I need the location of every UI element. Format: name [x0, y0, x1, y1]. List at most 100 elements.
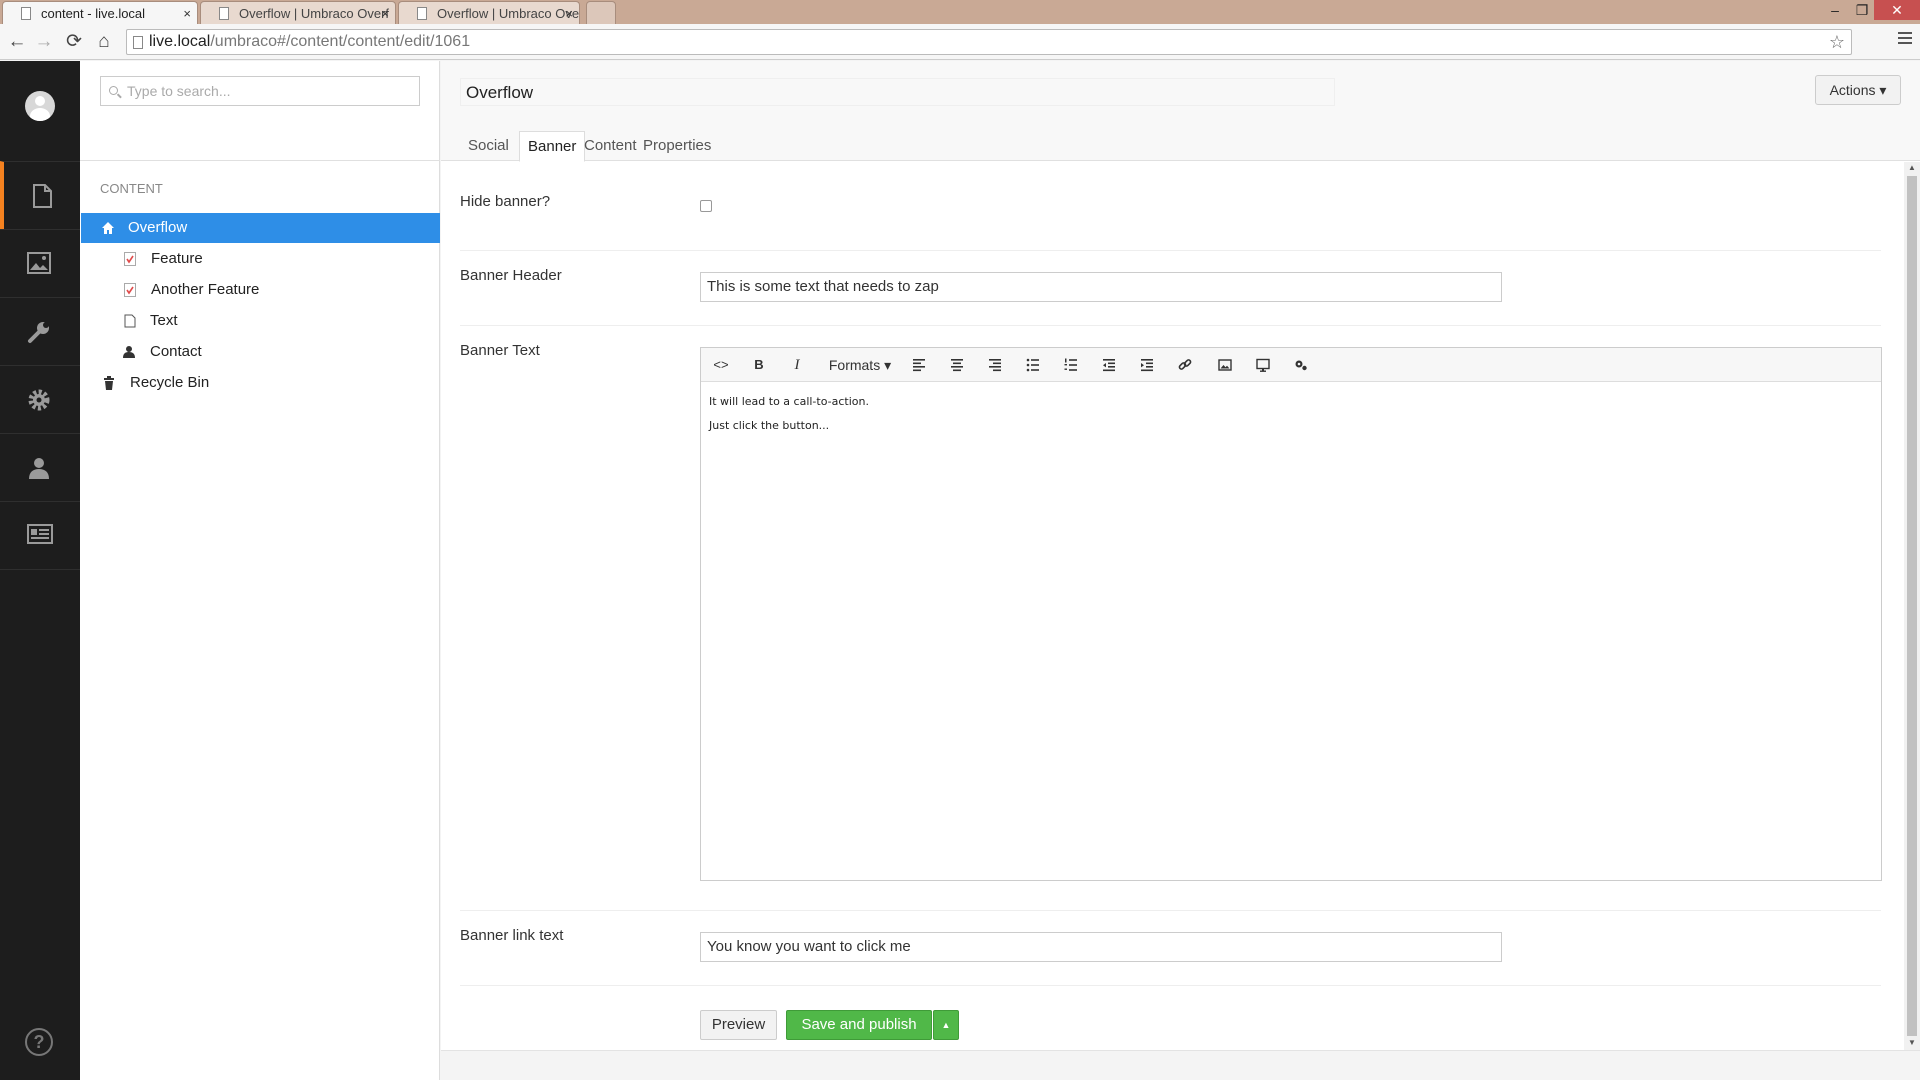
- browser-tab-title: Overflow | Umbraco Overf: [437, 6, 580, 21]
- home-icon[interactable]: ⌂: [92, 30, 116, 54]
- browser-toolbar: ← → ⟳ ⌂ live.local/umbraco#/content/cont…: [0, 24, 1920, 60]
- content-tree: Type to search... CONTENT Overflow Featu…: [80, 61, 440, 1080]
- tree-title: CONTENT: [100, 181, 163, 196]
- browser-tab-content[interactable]: content - live.local ×: [2, 1, 198, 24]
- reload-icon[interactable]: ⟳: [62, 30, 86, 54]
- content-editor: Overflow Actions ▾ Social Banner Content…: [441, 61, 1920, 1080]
- actions-button[interactable]: Actions ▾: [1815, 75, 1901, 105]
- page-icon: [417, 7, 427, 20]
- url-path: /umbraco#/content/content/edit/1061: [210, 33, 471, 50]
- banner-text-label: Banner Text: [460, 342, 540, 359]
- macro-icon[interactable]: [1289, 354, 1313, 376]
- address-bar[interactable]: live.local/umbraco#/content/content/edit…: [126, 29, 1852, 55]
- menu-icon[interactable]: [1898, 32, 1912, 47]
- divider: [460, 985, 1881, 986]
- hide-banner-label: Hide banner?: [460, 193, 551, 210]
- close-icon[interactable]: ×: [183, 2, 191, 24]
- align-right-icon[interactable]: [983, 354, 1007, 376]
- section-nav: ?: [0, 61, 80, 1080]
- banner-header-input[interactable]: This is some text that needs to zap: [700, 272, 1502, 302]
- indent-icon[interactable]: [1135, 354, 1159, 376]
- link-icon[interactable]: [1173, 354, 1197, 376]
- section-users[interactable]: [0, 433, 80, 501]
- image-icon: [27, 252, 51, 274]
- wrench-icon: [28, 322, 49, 343]
- restore-icon[interactable]: ❐: [1850, 0, 1874, 20]
- tab-properties[interactable]: Properties: [635, 131, 719, 162]
- rte-toolbar: <> B I Formats ▾: [701, 348, 1881, 382]
- tab-social[interactable]: Social: [460, 131, 517, 162]
- minimize-icon[interactable]: –: [1820, 0, 1850, 20]
- embed-icon[interactable]: [1251, 354, 1275, 376]
- tree-node-label: Another Feature: [151, 281, 260, 298]
- scroll-down-icon[interactable]: ▼: [1904, 1038, 1920, 1047]
- node-name-input[interactable]: Overflow: [460, 78, 1335, 106]
- close-icon[interactable]: ×: [381, 2, 389, 24]
- divider: [460, 325, 1881, 326]
- gear-icon: [28, 389, 50, 411]
- hide-banner-checkbox[interactable]: [700, 200, 712, 212]
- tree-node-overflow[interactable]: Overflow: [81, 213, 440, 243]
- preview-button[interactable]: Preview: [700, 1010, 777, 1040]
- formats-dropdown[interactable]: Formats ▾: [825, 354, 895, 376]
- rte-paragraph: Just click the button...: [709, 419, 830, 432]
- avatar[interactable]: [25, 91, 55, 121]
- forward-icon[interactable]: →: [32, 30, 56, 54]
- tree-node-another-feature[interactable]: Another Feature: [81, 275, 440, 305]
- banner-link-text-input[interactable]: You know you want to click me: [700, 932, 1502, 962]
- banner-header-label: Banner Header: [460, 267, 562, 284]
- banner-text-editor[interactable]: <> B I Formats ▾ It will lead to a call-…: [700, 347, 1882, 881]
- tree-node-label: Feature: [151, 250, 203, 267]
- align-left-icon[interactable]: [907, 354, 931, 376]
- tree-node-label: Text: [150, 312, 178, 329]
- rte-content[interactable]: It will lead to a call-to-action. Just c…: [709, 390, 869, 438]
- scroll-up-icon[interactable]: ▲: [1904, 163, 1920, 172]
- new-tab-button[interactable]: [586, 1, 616, 24]
- section-members[interactable]: [0, 501, 80, 569]
- feature-doc-icon: [124, 252, 136, 266]
- italic-button[interactable]: I: [785, 354, 809, 376]
- publish-options-caret-icon[interactable]: ▲: [933, 1010, 959, 1040]
- section-media[interactable]: [0, 229, 80, 297]
- close-icon[interactable]: ×: [565, 2, 573, 24]
- feature-doc-icon: [124, 283, 136, 297]
- document-icon: [33, 184, 52, 208]
- banner-panel: Hide banner? Banner Header This is some …: [441, 162, 1901, 1050]
- scrollbar[interactable]: ▲ ▼: [1904, 162, 1920, 1050]
- trash-icon: [104, 376, 114, 390]
- outdent-icon[interactable]: [1097, 354, 1121, 376]
- browser-tab-overflow-2[interactable]: Overflow | Umbraco Overf ×: [398, 1, 580, 24]
- tree-node-recycle-bin[interactable]: Recycle Bin: [81, 368, 440, 398]
- section-developer[interactable]: [0, 365, 80, 433]
- search-input[interactable]: Type to search...: [100, 76, 420, 106]
- user-icon: [123, 346, 135, 358]
- umbraco-app: ? Type to search... CONTENT Overflow Fea…: [0, 61, 1920, 1080]
- source-code-button[interactable]: <>: [709, 354, 733, 376]
- banner-link-text-label: Banner link text: [460, 927, 564, 944]
- tree-node-label: Contact: [150, 343, 202, 360]
- bullet-list-icon[interactable]: [1021, 354, 1045, 376]
- window-close-icon[interactable]: ✕: [1874, 0, 1920, 20]
- user-icon: [29, 458, 49, 479]
- tree-node-label: Overflow: [128, 219, 188, 236]
- back-icon[interactable]: ←: [5, 30, 29, 54]
- numbered-list-icon[interactable]: [1059, 354, 1083, 376]
- help-icon[interactable]: ?: [25, 1028, 53, 1056]
- section-content[interactable]: [0, 161, 80, 229]
- tree-node-feature[interactable]: Feature: [81, 244, 440, 274]
- scrollbar-thumb[interactable]: [1907, 176, 1917, 1036]
- id-card-icon: [27, 524, 53, 544]
- bold-button[interactable]: B: [747, 354, 771, 376]
- section-divider: [0, 569, 80, 570]
- browser-tab-title: content - live.local: [41, 6, 146, 21]
- bookmark-star-icon[interactable]: ☆: [1829, 30, 1845, 54]
- align-center-icon[interactable]: [945, 354, 969, 376]
- page-icon: [21, 7, 31, 20]
- image-icon[interactable]: [1213, 354, 1237, 376]
- tree-node-text[interactable]: Text: [81, 306, 440, 336]
- section-settings[interactable]: [0, 297, 80, 365]
- save-and-publish-button[interactable]: Save and publish: [786, 1010, 932, 1040]
- tree-node-contact[interactable]: Contact: [81, 337, 440, 367]
- tree-node-label: Recycle Bin: [130, 374, 210, 391]
- browser-tab-overflow-1[interactable]: Overflow | Umbraco Overf ×: [200, 1, 396, 24]
